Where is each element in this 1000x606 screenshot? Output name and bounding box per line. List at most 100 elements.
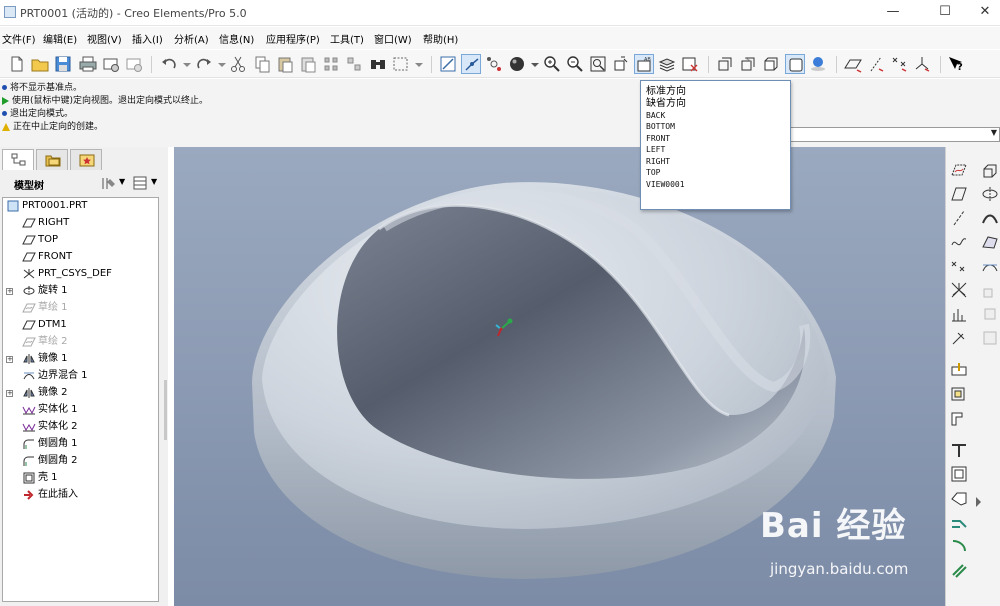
reorient-icon[interactable] bbox=[611, 54, 631, 74]
tree-item[interactable]: 实体化 1 bbox=[3, 402, 158, 418]
tab-folder-browser[interactable] bbox=[36, 149, 68, 170]
selection-box-icon[interactable] bbox=[391, 54, 411, 74]
ref-tool-icon[interactable] bbox=[950, 329, 968, 347]
tree-settings-icon[interactable] bbox=[100, 175, 118, 191]
tree-item[interactable]: TOP bbox=[3, 232, 158, 248]
csys-display-icon[interactable] bbox=[912, 54, 932, 74]
tab-model-tree[interactable] bbox=[2, 149, 34, 170]
draft-tool-icon[interactable] bbox=[950, 441, 968, 459]
view-option-back[interactable]: BACK bbox=[646, 110, 665, 121]
rib-tool-icon[interactable] bbox=[950, 409, 968, 427]
variable-sweep-icon[interactable] bbox=[981, 281, 999, 299]
menu-applications[interactable]: 应用程序(P) bbox=[266, 31, 320, 46]
panel-splitter[interactable] bbox=[162, 150, 168, 450]
chevron-right-icon[interactable] bbox=[970, 493, 988, 511]
regenerate-icon[interactable] bbox=[321, 54, 341, 74]
expand-icon[interactable]: + bbox=[6, 390, 13, 397]
tree-item[interactable]: 草绘 1 bbox=[3, 300, 158, 316]
selection-dropdown-icon[interactable] bbox=[410, 54, 430, 74]
hole-tool-icon[interactable] bbox=[950, 361, 968, 379]
view-option-bottom[interactable]: BOTTOM bbox=[646, 121, 675, 132]
paste-special-icon[interactable] bbox=[298, 54, 318, 74]
datum-plane-display-icon[interactable] bbox=[843, 54, 863, 74]
hidden-line-icon[interactable] bbox=[738, 54, 758, 74]
view-option-top[interactable]: TOP bbox=[646, 167, 660, 178]
datum-point-display-icon[interactable] bbox=[889, 54, 909, 74]
context-help-icon[interactable]: ? bbox=[946, 54, 966, 74]
cut-icon[interactable] bbox=[228, 54, 248, 74]
analysis-tool-icon[interactable] bbox=[950, 305, 968, 323]
maximize-button[interactable]: ☐ bbox=[930, 2, 960, 22]
open-folder-icon[interactable] bbox=[30, 54, 50, 74]
no-hidden-icon[interactable] bbox=[761, 54, 781, 74]
save-icon[interactable] bbox=[53, 54, 73, 74]
revolve-tool-icon[interactable] bbox=[981, 185, 999, 203]
plane-tool-icon[interactable] bbox=[950, 185, 968, 203]
view-option-left[interactable]: LEFT bbox=[646, 144, 665, 155]
layers-icon[interactable] bbox=[657, 54, 677, 74]
tree-item[interactable]: 倒圆角 1 bbox=[3, 436, 158, 452]
curve-tool-icon[interactable] bbox=[950, 233, 968, 251]
tree-item[interactable]: 实体化 2 bbox=[3, 419, 158, 435]
tree-item[interactable]: 倒圆角 2 bbox=[3, 453, 158, 469]
helical-sweep-icon[interactable] bbox=[981, 305, 999, 323]
tree-item[interactable]: + 旋转 1 bbox=[3, 283, 158, 299]
expand-icon[interactable]: + bbox=[6, 356, 13, 363]
menu-analysis[interactable]: 分析(A) bbox=[174, 31, 209, 46]
view-option-right[interactable]: RIGHT bbox=[646, 156, 670, 167]
saved-views-icon[interactable]: AB bbox=[634, 54, 654, 74]
tree-item[interactable]: + 镜像 1 bbox=[3, 351, 158, 367]
shading-icon[interactable] bbox=[785, 54, 805, 74]
close-button[interactable]: ✕ bbox=[970, 2, 1000, 22]
undo-icon[interactable] bbox=[159, 54, 179, 74]
send-mail-icon[interactable] bbox=[101, 54, 121, 74]
spin-center-icon[interactable] bbox=[461, 54, 481, 74]
menu-file[interactable]: 文件(F) bbox=[2, 31, 36, 46]
chevron-down-icon[interactable]: ▼ bbox=[119, 177, 125, 186]
filter-select[interactable]: ▼ bbox=[790, 127, 1000, 142]
menu-help[interactable]: 帮助(H) bbox=[423, 31, 458, 46]
chevron-down-icon[interactable]: ▼ bbox=[151, 177, 157, 186]
show-columns-icon[interactable] bbox=[132, 175, 148, 191]
send-link-icon[interactable] bbox=[124, 54, 144, 74]
tree-item[interactable]: 边界混合 1 bbox=[3, 368, 158, 384]
refit-icon[interactable] bbox=[588, 54, 608, 74]
tree-item[interactable]: PRT_CSYS_DEF bbox=[3, 266, 158, 282]
point-tool-icon[interactable] bbox=[950, 257, 968, 275]
round-tool-icon[interactable] bbox=[950, 465, 968, 483]
find-icon[interactable] bbox=[368, 54, 388, 74]
boundary-tool-icon[interactable] bbox=[981, 257, 999, 275]
zoom-in-icon[interactable] bbox=[542, 54, 562, 74]
tree-item[interactable]: 草绘 2 bbox=[3, 334, 158, 350]
expand-icon[interactable]: + bbox=[6, 288, 13, 295]
menu-insert[interactable]: 插入(I) bbox=[132, 31, 163, 46]
extrude-icon[interactable] bbox=[981, 161, 999, 179]
tree-item-insert-here[interactable]: 在此插入 bbox=[3, 487, 158, 503]
copy-icon[interactable] bbox=[252, 54, 272, 74]
repaint-icon[interactable] bbox=[438, 54, 458, 74]
menu-edit[interactable]: 编辑(E) bbox=[43, 31, 77, 46]
redo-icon[interactable] bbox=[194, 54, 214, 74]
menu-window[interactable]: 窗口(W) bbox=[374, 31, 412, 46]
datum-axis-display-icon[interactable] bbox=[866, 54, 886, 74]
view-option-front[interactable]: FRONT bbox=[646, 133, 670, 144]
tab-favorites[interactable] bbox=[70, 149, 102, 170]
pattern-tool-icon[interactable] bbox=[981, 329, 999, 347]
minimize-button[interactable]: — bbox=[878, 2, 908, 22]
view-option-view0001[interactable]: VIEW0001 bbox=[646, 179, 685, 190]
tree-item[interactable]: DTM1 bbox=[3, 317, 158, 333]
tree-item[interactable]: + 镜像 2 bbox=[3, 385, 158, 401]
display-style-icon[interactable] bbox=[507, 54, 527, 74]
view-manager-icon[interactable] bbox=[680, 54, 700, 74]
view-option-default[interactable]: 缺省方向 bbox=[646, 98, 686, 110]
new-file-icon[interactable] bbox=[7, 54, 27, 74]
axis-tool-icon[interactable] bbox=[950, 209, 968, 227]
sketch-tool-icon[interactable] bbox=[950, 161, 968, 179]
paste-icon[interactable] bbox=[275, 54, 295, 74]
sweep-tool-icon[interactable] bbox=[981, 209, 999, 227]
menu-view[interactable]: 视图(V) bbox=[87, 31, 122, 46]
print-icon[interactable] bbox=[78, 54, 98, 74]
regen-manager-icon[interactable] bbox=[344, 54, 364, 74]
tree-item[interactable]: FRONT bbox=[3, 249, 158, 265]
tree-item-root[interactable]: PRT0001.PRT bbox=[3, 198, 158, 214]
